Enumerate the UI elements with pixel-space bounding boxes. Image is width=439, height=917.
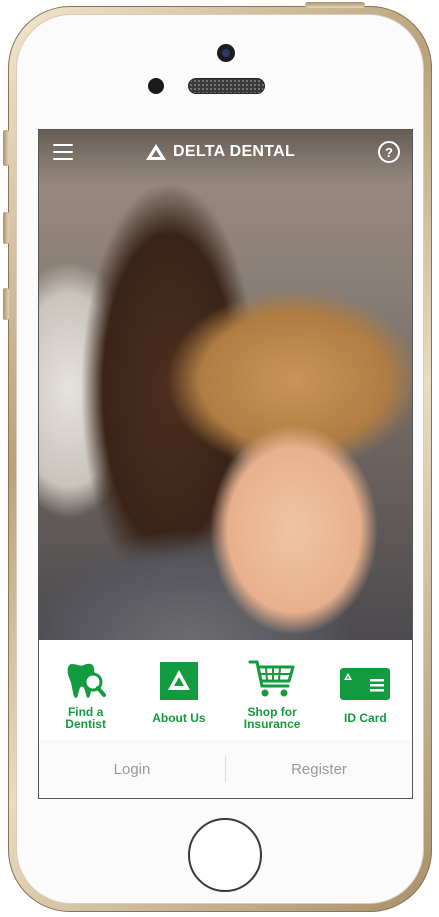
hamburger-menu-icon[interactable]	[53, 144, 73, 160]
label-line-2: Dentist	[65, 717, 106, 731]
front-camera	[217, 44, 235, 62]
power-button	[305, 2, 365, 8]
find-dentist-label: Find a Dentist	[65, 706, 106, 730]
earpiece-speaker	[188, 78, 265, 94]
top-bar: DELTA DENTAL ?	[39, 130, 412, 174]
brand-name: DELTA DENTAL	[173, 143, 296, 160]
home-button[interactable]	[188, 818, 262, 892]
proximity-sensor	[148, 78, 164, 94]
shopping-cart-icon	[248, 656, 296, 700]
help-circle-icon[interactable]: ?	[378, 141, 400, 163]
delta-triangle-icon	[146, 144, 166, 160]
login-button[interactable]: Login	[39, 761, 225, 778]
about-us-button[interactable]: About Us	[132, 640, 225, 740]
shop-insurance-button[interactable]: Shop for Insurance	[226, 640, 319, 740]
label-line-2: Insurance	[243, 717, 301, 731]
auth-bar: Login Register	[39, 740, 412, 798]
tooth-search-icon	[66, 656, 106, 700]
help-glyph: ?	[385, 144, 393, 160]
find-dentist-button[interactable]: Find a Dentist	[39, 640, 132, 740]
mute-switch	[3, 130, 9, 166]
hero-image	[39, 130, 412, 640]
about-us-label: About Us	[152, 711, 206, 725]
shop-insurance-label: Shop for Insurance	[244, 706, 301, 730]
volume-down-button	[3, 288, 9, 320]
quick-actions: Find a Dentist About Us Shop for Insuran…	[39, 640, 412, 740]
delta-dental-logo: DELTA DENTAL	[145, 140, 295, 164]
delta-logo-icon	[159, 656, 198, 700]
app-screen: DELTA DENTAL ? Find a Dentist About Us S…	[38, 129, 413, 799]
id-card-icon	[340, 656, 391, 700]
id-card-button[interactable]: ID Card	[319, 640, 412, 740]
volume-up-button	[3, 212, 9, 244]
id-card-label: ID Card	[344, 711, 387, 725]
register-button[interactable]: Register	[226, 761, 412, 778]
